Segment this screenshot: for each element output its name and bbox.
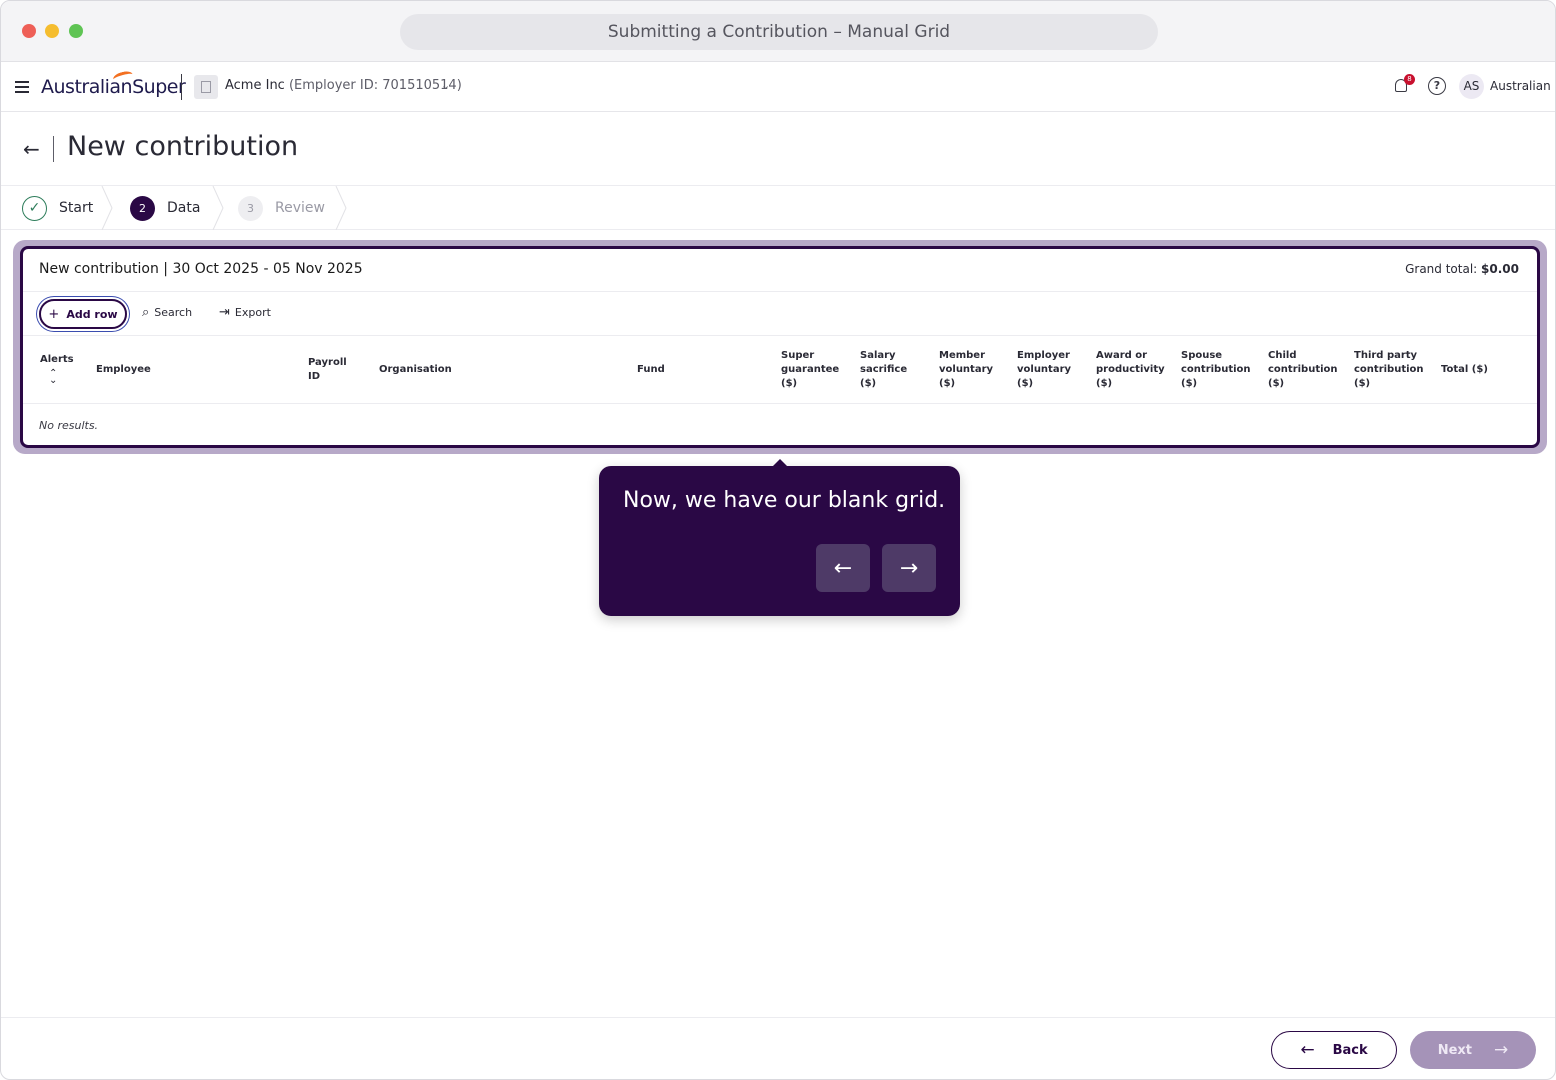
column-header-employer-voluntary[interactable]: Employer voluntary ($): [1017, 349, 1077, 391]
arrow-left-icon: ←: [1300, 1040, 1315, 1060]
user-name[interactable]: Australian: [1490, 79, 1551, 93]
minimize-window-button[interactable]: [45, 24, 59, 38]
hamburger-icon[interactable]: [15, 81, 29, 96]
maximize-window-button[interactable]: [69, 24, 83, 38]
app-header: AustralianSuper Acme Inc (Employer ID: 7…: [1, 62, 1555, 112]
add-row-button[interactable]: + Add row: [39, 299, 127, 329]
grid-toolbar: + Add row ⌕ Search ⇥ Export: [23, 292, 1537, 336]
column-header-super-guarantee[interactable]: Super guarantee ($): [781, 349, 843, 391]
close-window-button[interactable]: [22, 24, 36, 38]
sort-icon[interactable]: ⌃ ⌄: [49, 369, 57, 386]
tooltip-prev-button[interactable]: ←: [816, 544, 870, 592]
step-number: 3: [238, 195, 263, 221]
brand-logo[interactable]: AustralianSuper: [41, 69, 186, 98]
column-header-child-contribution[interactable]: Child contribution ($): [1268, 349, 1338, 391]
building-icon: [194, 75, 218, 99]
add-row-label: Add row: [66, 307, 118, 321]
column-header-employee[interactable]: Employee: [96, 363, 151, 377]
empty-state: No results.: [39, 419, 99, 432]
column-header-organisation[interactable]: Organisation: [379, 363, 452, 377]
grand-total: Grand total: $0.00: [1405, 262, 1519, 276]
page-header: ← New contribution: [1, 112, 1555, 186]
page-title-divider: [53, 136, 54, 162]
grand-total-value: $0.00: [1481, 262, 1519, 276]
column-header-total[interactable]: Total ($): [1441, 363, 1488, 377]
column-header-third-party-contribution[interactable]: Third party contribution ($): [1354, 349, 1424, 391]
arrow-right-icon: →: [899, 555, 919, 581]
step-separator-icon: [101, 186, 113, 230]
arrow-left-icon[interactable]: ←: [23, 139, 40, 159]
header-divider: [181, 74, 182, 100]
grid-title: New contribution | 30 Oct 2025 - 05 Nov …: [39, 261, 363, 277]
avatar[interactable]: AS: [1459, 74, 1484, 99]
export-button[interactable]: ⇥ Export: [219, 305, 271, 320]
export-icon: ⇥: [219, 305, 230, 320]
search-label: Search: [154, 306, 193, 319]
column-header-alerts[interactable]: Alerts: [40, 353, 74, 367]
next-label: Next: [1437, 1042, 1473, 1058]
progress-stepper: ✓ Start 2 Data 3 Review: [1, 186, 1555, 230]
plus-icon: +: [48, 306, 60, 322]
back-label: Back: [1332, 1042, 1368, 1058]
back-button[interactable]: ← Back: [1271, 1031, 1397, 1069]
export-label: Export: [234, 306, 271, 319]
step-number: 2: [130, 195, 155, 221]
contribution-grid: New contribution | 30 Oct 2025 - 05 Nov …: [20, 246, 1540, 448]
org-employer-id: (Employer ID: 701510514): [288, 78, 462, 93]
step-label: Start: [59, 200, 94, 216]
window-title: Submitting a Contribution – Manual Grid: [400, 14, 1158, 50]
chevron-down-icon[interactable]: ⌄: [441, 79, 450, 92]
step-data[interactable]: 2 Data: [130, 186, 200, 230]
tooltip-next-button[interactable]: →: [882, 544, 936, 592]
help-icon[interactable]: ?: [1428, 77, 1446, 95]
step-separator-icon: [212, 186, 224, 230]
org-name: Acme Inc: [225, 78, 285, 93]
column-header-spouse-contribution[interactable]: Spouse contribution ($): [1181, 349, 1251, 391]
column-header-fund[interactable]: Fund: [637, 363, 665, 377]
page-title: New contribution: [67, 131, 299, 162]
step-separator-icon: [335, 186, 347, 230]
search-icon: ⌕: [142, 305, 150, 320]
checkmark-icon: ✓: [22, 195, 47, 221]
column-header-payroll-id[interactable]: Payroll ID: [308, 356, 358, 384]
step-label: Data: [167, 200, 201, 216]
grand-total-label: Grand total:: [1405, 262, 1478, 276]
app-window: Submitting a Contribution – Manual Grid …: [0, 0, 1556, 1080]
title-bar: Submitting a Contribution – Manual Grid: [1, 1, 1555, 62]
table-header: Alerts ⌃ ⌄ Employee Payroll ID Organisati…: [23, 336, 1537, 404]
column-header-award-productivity[interactable]: Award or productivity ($): [1096, 349, 1165, 391]
grid-header: New contribution | 30 Oct 2025 - 05 Nov …: [23, 249, 1537, 292]
column-header-member-voluntary[interactable]: Member voluntary ($): [939, 349, 997, 391]
arrow-right-icon: →: [1494, 1040, 1509, 1060]
search-button[interactable]: ⌕ Search: [142, 305, 192, 320]
guide-tooltip: Now, we have our blank grid. ← →: [599, 466, 960, 616]
tooltip-text: Now, we have our blank grid.: [623, 488, 946, 513]
notification-badge: 8: [1404, 74, 1415, 85]
column-header-salary-sacrifice[interactable]: Salary sacrifice ($): [860, 349, 916, 391]
step-review[interactable]: 3 Review: [238, 186, 325, 230]
page-footer: ← Back Next →: [1, 1017, 1555, 1079]
arrow-left-icon: ←: [833, 555, 853, 581]
notifications-button[interactable]: 8: [1392, 74, 1415, 96]
next-button[interactable]: Next →: [1410, 1031, 1536, 1069]
step-start[interactable]: ✓ Start: [22, 186, 93, 230]
step-label: Review: [275, 200, 325, 216]
org-selector[interactable]: Acme Inc (Employer ID: 701510514): [225, 78, 462, 93]
